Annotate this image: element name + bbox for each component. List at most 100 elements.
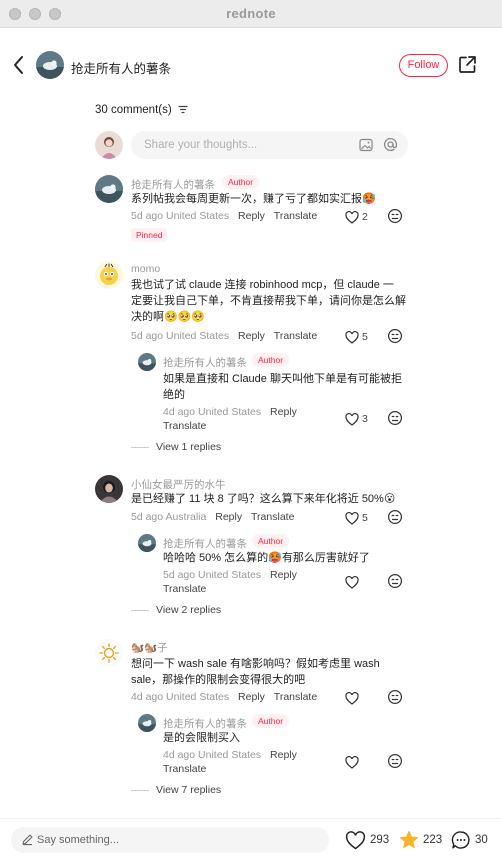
reply-meta: 5d ago United States Reply	[163, 569, 297, 581]
pinned-badge: Pinned	[131, 228, 168, 242]
view-replies-link[interactable]: View 2 replies	[131, 604, 221, 616]
reply-button[interactable]: Reply	[238, 210, 265, 222]
comment-time: 4d ago	[131, 691, 164, 703]
comment-input[interactable]: Share your thoughts...	[131, 131, 408, 159]
avatar[interactable]	[95, 261, 123, 289]
translate-button[interactable]: Translate	[274, 210, 317, 222]
follow-button[interactable]: Follow	[399, 54, 448, 77]
comment-username[interactable]: momo	[131, 263, 160, 275]
translate-button[interactable]: Translate	[163, 583, 206, 595]
like-button[interactable]: 3	[345, 411, 368, 427]
heart-icon	[345, 830, 366, 849]
comment-username[interactable]: 小仙女最严厉的水牛	[131, 477, 226, 492]
comment-meta: 5d ago United States Reply Translate	[131, 330, 317, 342]
comment-count-label: 30 comment(s)	[95, 104, 172, 116]
avatar[interactable]	[95, 639, 123, 667]
comment-input-placeholder: Share your thoughts...	[144, 139, 258, 151]
reply-button[interactable]: Reply	[215, 511, 242, 523]
comment-bubble-icon	[451, 831, 470, 849]
like-button[interactable]: 5	[345, 510, 368, 526]
like-button[interactable]	[345, 754, 362, 770]
divider	[131, 446, 149, 448]
view-replies-link[interactable]: View 1 replies	[131, 441, 221, 453]
comment-username[interactable]: 🐿️🐿️子	[131, 640, 168, 655]
heart-icon	[345, 511, 359, 525]
comment-count[interactable]: 30 comment(s)	[95, 104, 188, 116]
like-button[interactable]	[345, 690, 362, 706]
reply-button[interactable]: Reply	[270, 406, 297, 418]
share-icon[interactable]	[458, 55, 477, 74]
heart-icon	[345, 755, 359, 769]
translate-button[interactable]: Translate	[163, 763, 206, 775]
heart-icon	[345, 412, 359, 426]
mention-icon[interactable]	[383, 137, 398, 152]
comment-text: 是已经赚了 11 块 8 了吗？这么算下来年化将近 50%😮	[131, 491, 395, 507]
translate-button[interactable]: Translate	[163, 420, 206, 432]
reply-button[interactable]: Reply	[270, 569, 297, 581]
reply-text: 哈哈哈 50% 怎么算的🥵有那么厉害就好了	[163, 550, 370, 566]
dislike-icon[interactable]	[387, 689, 403, 705]
heart-icon	[345, 330, 359, 344]
comment-text-line: sale，那操作的限制会变得很大的吧	[131, 674, 306, 686]
avatar[interactable]	[95, 475, 123, 503]
reply-text-line: 如果是直接和 Claude 聊天叫他下单是有可能被拒	[163, 373, 402, 385]
dislike-icon[interactable]	[387, 328, 403, 344]
heart-icon	[345, 575, 359, 589]
comment-text-line: 决的啊🥺🥺🥺	[131, 311, 206, 323]
author-badge: Author	[252, 714, 290, 728]
translate-button[interactable]: Translate	[251, 511, 294, 523]
reply-location: United States	[198, 406, 262, 418]
collect-button[interactable]: 223	[399, 829, 442, 851]
say-something-input[interactable]: Say something...	[11, 827, 329, 853]
star-icon	[400, 831, 418, 849]
reply-text: 是的会限制买入	[163, 730, 240, 746]
reply-username[interactable]: 抢走所有人的薯条	[163, 536, 247, 551]
post-author-avatar[interactable]	[36, 51, 64, 79]
reply-username[interactable]: 抢走所有人的薯条	[163, 716, 247, 731]
dislike-icon[interactable]	[387, 410, 403, 426]
comment-username[interactable]: 抢走所有人的薯条	[131, 177, 215, 192]
like-count: 5	[362, 512, 368, 524]
reply-username[interactable]: 抢走所有人的薯条	[163, 355, 247, 370]
author-badge: Author	[252, 353, 290, 367]
dislike-icon[interactable]	[387, 208, 403, 224]
comment-time: 5d ago	[131, 511, 164, 523]
sort-icon[interactable]	[178, 105, 188, 114]
post-like-button[interactable]: 293	[345, 829, 389, 851]
reply-button[interactable]: Reply	[238, 691, 265, 703]
like-count: 5	[362, 331, 368, 343]
reply-button[interactable]: Reply	[270, 749, 297, 761]
avatar[interactable]	[138, 353, 156, 371]
reply-button[interactable]: Reply	[238, 330, 265, 342]
comment-location: United States	[166, 691, 230, 703]
avatar[interactable]	[95, 175, 123, 203]
image-icon[interactable]	[359, 138, 373, 152]
avatar[interactable]	[138, 534, 156, 552]
like-button[interactable]: 2	[345, 209, 368, 225]
like-button[interactable]	[345, 574, 362, 590]
like-count: 3	[362, 413, 368, 425]
comment-location: Australia	[165, 511, 207, 523]
reply-time: 5d ago	[163, 569, 196, 581]
avatar[interactable]	[138, 714, 156, 732]
like-button[interactable]: 5	[345, 329, 368, 345]
back-arrow-icon[interactable]	[10, 54, 28, 76]
dislike-icon[interactable]	[387, 509, 403, 525]
dislike-icon[interactable]	[387, 753, 403, 769]
comment-meta: 4d ago United States Reply Translate	[131, 691, 317, 703]
comment-text: 想问一下 wash sale 有啥影响吗？假如考虑里 wash sale，那操作…	[131, 656, 380, 688]
translate-button[interactable]: Translate	[274, 330, 317, 342]
dislike-icon[interactable]	[387, 573, 403, 589]
comment-text-line: 定要让我自己下单，不肯直接帮我下单，请问你是怎么解	[131, 295, 406, 307]
reply-text: 如果是直接和 Claude 聊天叫他下单是有可能被拒 绝的	[163, 371, 402, 403]
reply-meta: 4d ago United States Reply	[163, 749, 297, 761]
comment-text-line: 我也试了试 claude 连接 robinhood mcp，但 claude 一	[131, 279, 394, 291]
window-titlebar: rednote	[0, 0, 502, 28]
view-replies-link[interactable]: View 7 replies	[131, 784, 221, 796]
comment-meta: 5d ago Australia Reply Translate	[131, 511, 294, 523]
post-author-name[interactable]: 抢走所有人的薯条	[71, 58, 171, 77]
translate-button[interactable]: Translate	[274, 691, 317, 703]
reply-location: United States	[198, 569, 262, 581]
comments-count: 30	[475, 834, 488, 846]
comments-button[interactable]: 30	[451, 829, 488, 851]
